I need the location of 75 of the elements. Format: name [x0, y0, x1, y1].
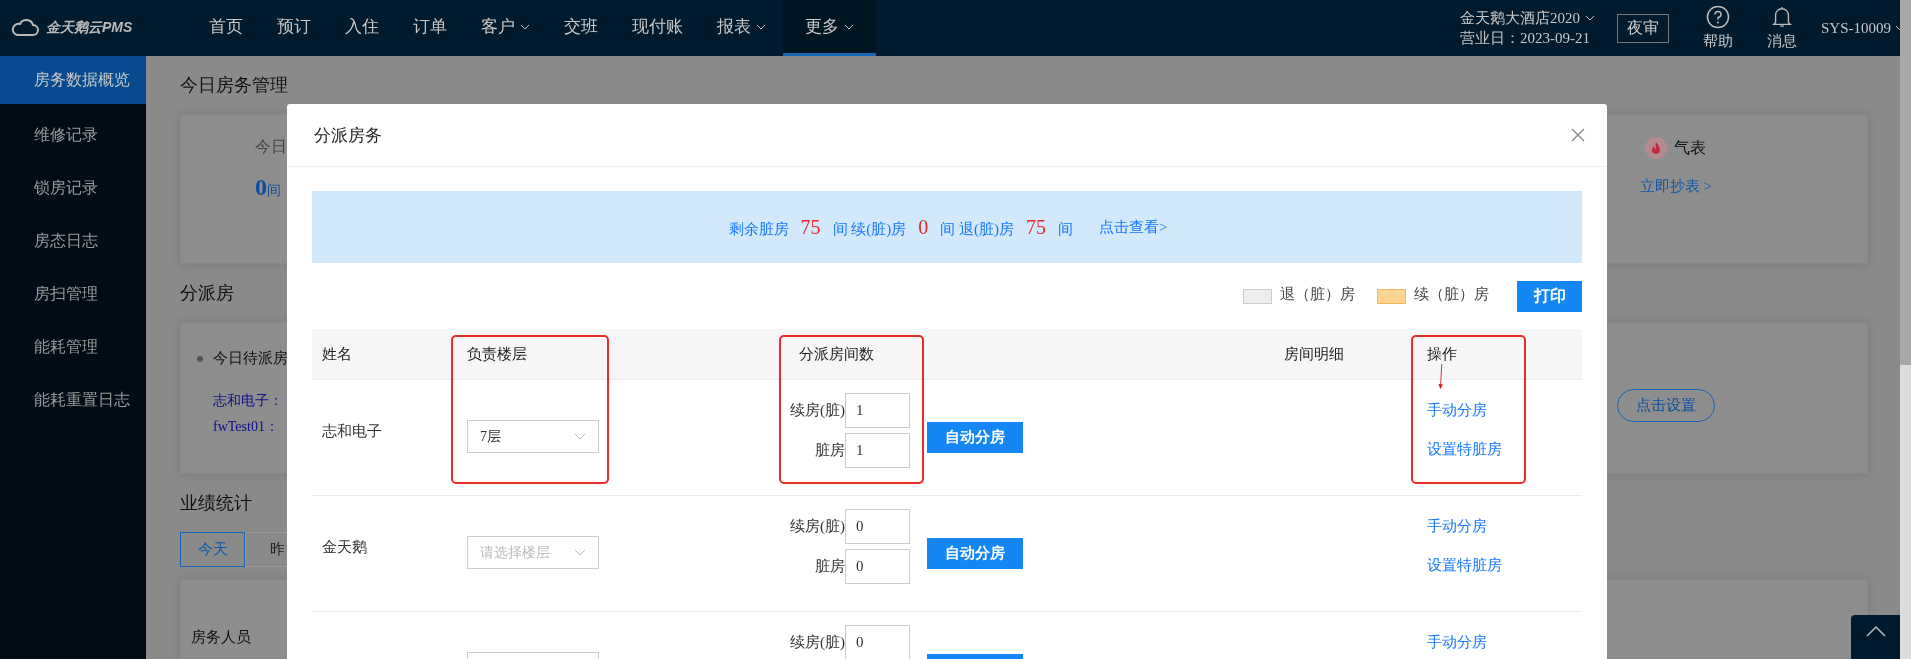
- chevron-down-icon: [1585, 15, 1595, 21]
- sidebar-item[interactable]: 锁房记录: [0, 162, 146, 215]
- help-icon[interactable]: [1706, 5, 1730, 29]
- action-link[interactable]: 手动分房: [1427, 633, 1487, 652]
- business-date: 营业日：2023-09-21: [1460, 29, 1591, 48]
- staff-name: 金天鹅: [322, 538, 367, 557]
- sidebar-item[interactable]: 房态日志: [0, 215, 146, 268]
- section-title: 业绩统计: [180, 492, 252, 515]
- section-title: 分派房: [180, 282, 234, 305]
- renewal-count-field[interactable]: 0: [845, 509, 910, 544]
- nav-tab[interactable]: 交班: [547, 0, 615, 56]
- column-header: 操作: [1427, 344, 1457, 364]
- field-label: 续房(脏): [789, 401, 845, 420]
- chevron-down-icon: [574, 549, 586, 556]
- field-label: 续房(脏): [789, 517, 845, 536]
- nav-tab[interactable]: 入住: [328, 0, 396, 56]
- auto-assign-button[interactable]: 自动分房: [927, 538, 1023, 569]
- staff-name: fwTest01：: [212, 418, 280, 436]
- chevron-down-icon: [574, 433, 586, 440]
- scrollbar[interactable]: [1900, 0, 1911, 659]
- action-link[interactable]: 设置特脏房: [1427, 440, 1502, 459]
- section-title: 今日房务管理: [180, 74, 288, 97]
- hotel-name[interactable]: 金天鹅大酒店2020: [1460, 8, 1580, 28]
- annotation-arrow: [1437, 364, 1445, 390]
- bullet-icon: [197, 355, 203, 362]
- pending-label: 今日待派房: [213, 349, 288, 368]
- field-label: 续房(脏): [789, 633, 845, 652]
- action-link[interactable]: 手动分房: [1427, 517, 1487, 536]
- nav-tab[interactable]: 预订: [260, 0, 328, 56]
- renewal-count-field[interactable]: 0: [845, 625, 910, 659]
- column-header: 分派房间数: [799, 344, 874, 364]
- staff-name: 志和电子：: [212, 392, 284, 410]
- staff-name: 志和电子: [322, 422, 382, 441]
- close-icon[interactable]: [1571, 128, 1585, 142]
- auto-assign-button[interactable]: 自动分房: [927, 422, 1023, 453]
- nav-tab[interactable]: 更多: [783, 0, 876, 56]
- action-link[interactable]: 手动分房: [1427, 401, 1487, 420]
- column-header: 房务人员: [191, 629, 251, 645]
- sidebar-item[interactable]: 能耗管理: [0, 321, 146, 374]
- nav-tab[interactable]: 报表: [700, 0, 783, 56]
- meter-label: 气表: [1674, 137, 1707, 158]
- dirty-room-summary: 剩余脏房 75 间 续(脏)房 0 间 退(脏)房 75 间: [727, 215, 1074, 239]
- bell-icon[interactable]: [1771, 5, 1793, 29]
- today-label: 今日: [255, 137, 287, 157]
- user-name[interactable]: SYS-10009: [1821, 19, 1891, 37]
- chevron-up-icon[interactable]: [1865, 625, 1886, 637]
- floor-select[interactable]: 7层: [467, 420, 599, 453]
- sidebar-item[interactable]: 能耗重置日志: [0, 374, 146, 427]
- nav-tab[interactable]: 订单: [396, 0, 464, 56]
- print-button[interactable]: 打印: [1517, 281, 1582, 312]
- legend-label: 退（脏）房: [1280, 285, 1355, 304]
- app-logo-text: 金天鹅云PMS: [46, 19, 133, 37]
- room-count: 0间: [255, 174, 282, 201]
- cloud-logo-icon: [10, 19, 40, 37]
- nav-tab[interactable]: 首页: [192, 0, 260, 56]
- sidebar-item[interactable]: 房扫管理: [0, 268, 146, 321]
- nav-tab[interactable]: 现付账: [615, 0, 700, 56]
- legend-label: 续（脏）房: [1414, 285, 1489, 304]
- dialog-title: 分派房务: [314, 124, 382, 147]
- action-link[interactable]: 设置特脏房: [1427, 556, 1502, 575]
- nav-tab[interactable]: 客户: [464, 0, 547, 56]
- renewal-count-field[interactable]: 1: [845, 393, 910, 428]
- sidebar-item[interactable]: 房务数据概览: [0, 56, 146, 104]
- column-header: 房间明细: [1284, 344, 1344, 364]
- dirty-count-field[interactable]: 1: [845, 433, 910, 468]
- column-header: 姓名: [322, 344, 352, 364]
- messages-label[interactable]: 消息: [1767, 32, 1797, 51]
- field-label: 脏房: [814, 441, 845, 460]
- night-audit-button[interactable]: 夜审: [1617, 13, 1669, 43]
- column-header: 负责楼层: [467, 344, 527, 364]
- help-label[interactable]: 帮助: [1703, 32, 1733, 51]
- dirty-count-field[interactable]: 0: [845, 549, 910, 584]
- sidebar-item[interactable]: 维修记录: [0, 109, 146, 162]
- field-label: 脏房: [814, 557, 845, 576]
- flame-icon: [1645, 137, 1668, 159]
